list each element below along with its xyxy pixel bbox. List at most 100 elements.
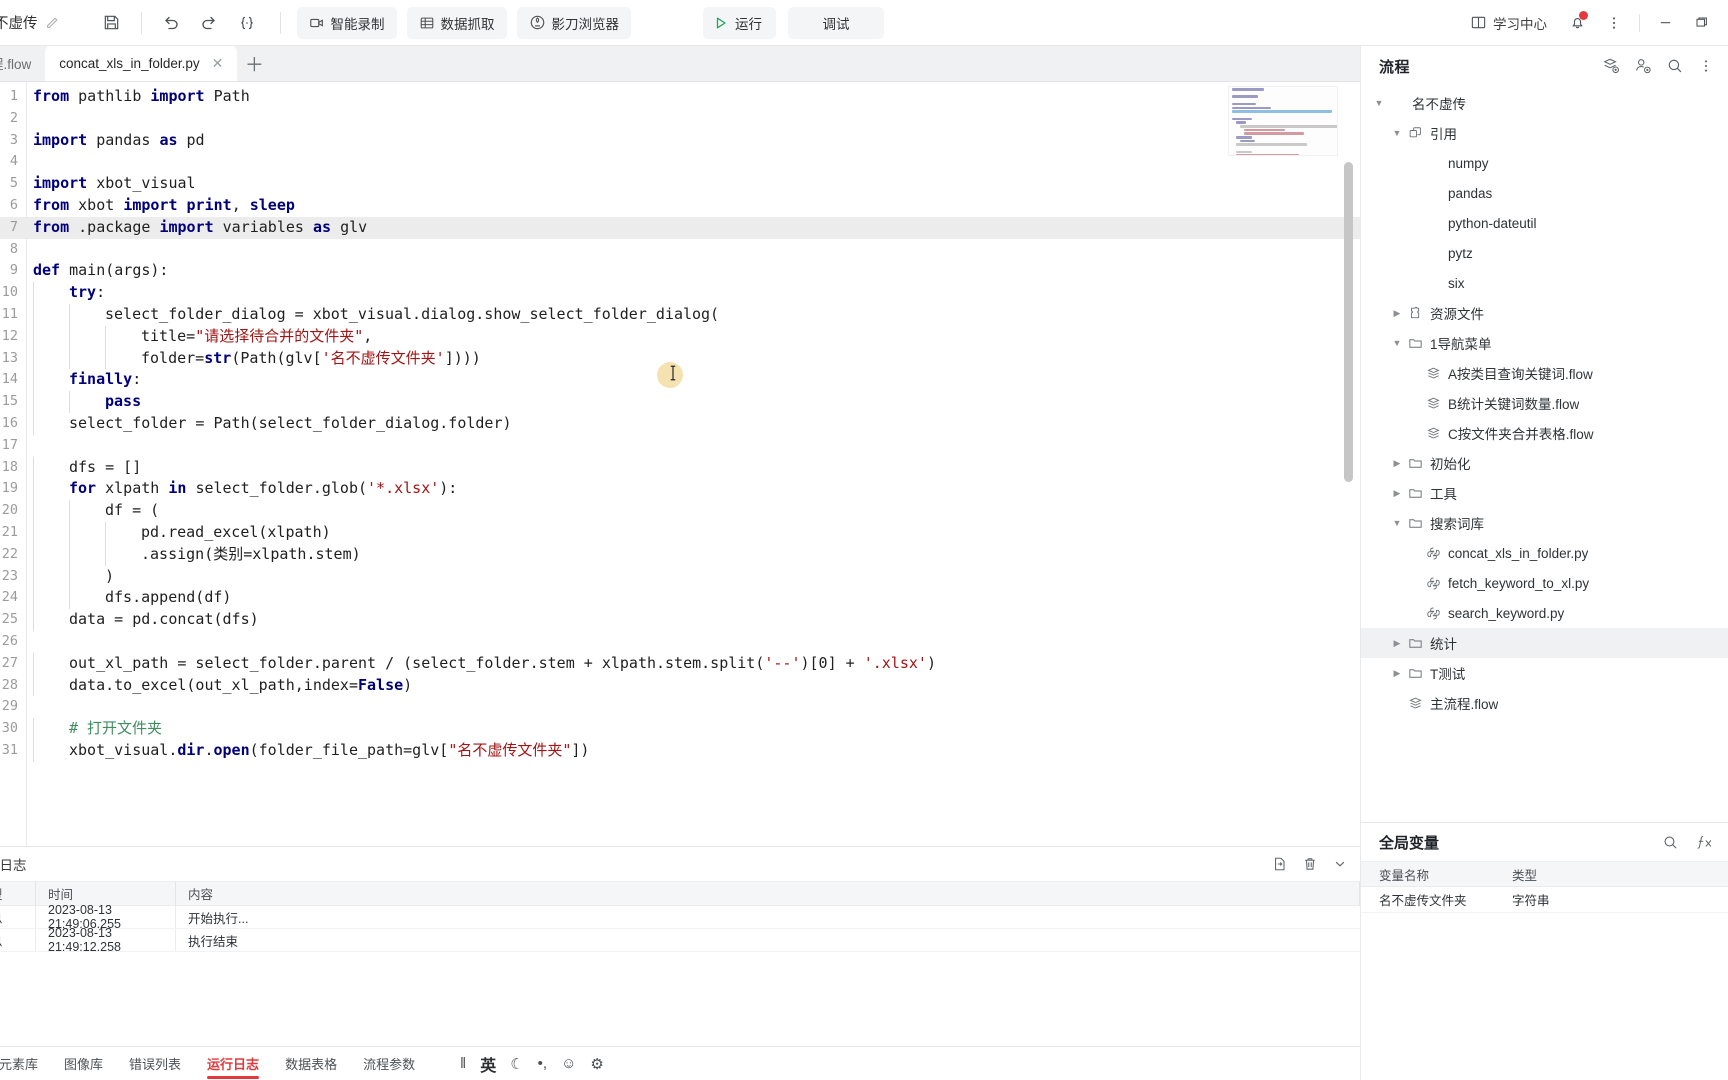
minimize-button[interactable]	[1648, 7, 1682, 39]
tree-node[interactable]: ▼ 引用	[1361, 118, 1728, 148]
chevron-right-icon[interactable]: ▶	[1389, 458, 1405, 469]
moon-icon[interactable]: ☾	[510, 1055, 523, 1073]
tree-node[interactable]: 主流程.flow	[1361, 688, 1728, 718]
chevron-right-icon[interactable]: ▶	[1389, 488, 1405, 499]
code-line[interactable]: 10 try:	[0, 282, 1360, 304]
tree-node[interactable]: ▶ 初始化	[1361, 448, 1728, 478]
code-line[interactable]: 27 out_xl_path = select_folder.parent / (…	[0, 652, 1360, 675]
chevron-right-icon[interactable]: ▶	[1389, 668, 1405, 679]
code-line[interactable]: 1 from pathlib import Path	[0, 86, 1360, 108]
code-line[interactable]: 26	[0, 631, 1360, 653]
debug-button[interactable]: 调试	[788, 6, 884, 39]
bottom-tab-6[interactable]: 流程参数	[350, 1047, 428, 1080]
tree-node[interactable]: pandas	[1361, 178, 1728, 208]
pause-bars-icon[interactable]: ‖	[460, 1055, 466, 1072]
search-icon[interactable]	[1662, 834, 1679, 851]
learn-center-button[interactable]: 学习中心	[1460, 7, 1557, 39]
tree-node[interactable]: numpy	[1361, 148, 1728, 178]
code-line[interactable]: 29	[0, 696, 1360, 718]
table-row[interactable]: 名不虚传文件夹 字符串	[1361, 887, 1728, 913]
tree-node[interactable]: fetch_keyword_to_xl.py	[1361, 568, 1728, 598]
code-line[interactable]: 23)	[0, 565, 1360, 588]
tree-node[interactable]: ▶ 统计	[1361, 628, 1728, 658]
pencil-icon[interactable]	[45, 16, 59, 30]
ime-chinese-icon[interactable]: 英	[480, 1052, 496, 1076]
bottom-tab-1[interactable]: 元素库	[0, 1047, 51, 1080]
clear-log-button[interactable]	[1302, 856, 1318, 872]
collapse-log-button[interactable]	[1332, 856, 1348, 872]
tree-node[interactable]: B统计关键词数量.flow	[1361, 388, 1728, 418]
code-line[interactable]: 4	[0, 151, 1360, 173]
close-icon[interactable]: ✕	[212, 56, 224, 70]
tree-node[interactable]: concat_xls_in_folder.py	[1361, 538, 1728, 568]
more-options-button[interactable]	[1597, 7, 1631, 39]
tree-node[interactable]: search_keyword.py	[1361, 598, 1728, 628]
bottom-tab-4[interactable]: 运行日志	[194, 1047, 272, 1080]
export-log-button[interactable]	[1272, 856, 1288, 872]
code-line[interactable]: 16 select_folder = Path(select_folder_dia…	[0, 412, 1360, 435]
new-tab-button[interactable]: ＋	[237, 45, 271, 81]
code-line[interactable]: 12 title="请选择待合并的文件夹",	[0, 325, 1360, 348]
code-line[interactable]: 2	[0, 108, 1360, 130]
run-button[interactable]: 运行	[703, 6, 776, 39]
chevron-down-icon[interactable]: ▼	[1389, 338, 1405, 348]
add-flow-icon[interactable]	[1602, 57, 1620, 75]
tree-node[interactable]: python-dateutil	[1361, 208, 1728, 238]
add-group-icon[interactable]	[1634, 57, 1652, 75]
fx-icon[interactable]	[1695, 834, 1714, 851]
tab-main-flow[interactable]: 程.flow	[0, 45, 45, 81]
notification-button[interactable]	[1559, 7, 1595, 39]
flow-tree[interactable]: ▼ 名不虚传 ▼ 引用 numpy pandas python-dateutil pytz si…	[1361, 86, 1728, 822]
yingdao-browser-button[interactable]: 影刀浏览器	[516, 6, 631, 39]
code-line[interactable]: 30 # 打开文件夹	[0, 718, 1360, 740]
project-name-area[interactable]: 不虚传	[0, 12, 59, 33]
table-row[interactable]: 息2023-08-13 21:49:12.258 执行结束	[0, 926, 1360, 954]
tree-node[interactable]: ▼ 名不虚传	[1361, 88, 1728, 118]
bottom-tab-5[interactable]: 数据表格	[272, 1047, 350, 1080]
code-line[interactable]: 15 pass	[0, 391, 1360, 413]
format-code-button[interactable]	[228, 7, 266, 39]
code-editor[interactable]: 1 from pathlib import Path 2 3 import pandas…	[0, 82, 1360, 846]
chevron-right-icon[interactable]: ▶	[1389, 638, 1405, 649]
chevron-down-icon[interactable]: ▼	[1371, 98, 1387, 108]
editor-minimap[interactable]	[1228, 86, 1338, 156]
code-line[interactable]: 25 data = pd.concat(dfs)	[0, 609, 1360, 631]
chevron-down-icon[interactable]: ▼	[1389, 518, 1405, 528]
tree-node[interactable]: ▶ T测试	[1361, 658, 1728, 688]
editor-scrollbar-thumb[interactable]	[1344, 162, 1353, 482]
code-line[interactable]: 5 import xbot_visual	[0, 173, 1360, 195]
tree-node[interactable]: ▶ 资源文件	[1361, 298, 1728, 328]
code-line[interactable]: 24 dfs.append(df)	[0, 587, 1360, 610]
code-line[interactable]: 11 select_folder_dialog = xbot_visual.dia…	[0, 303, 1360, 326]
redo-button[interactable]	[190, 7, 228, 39]
code-line[interactable]: 7 from .package import variables as glv	[0, 216, 1360, 239]
code-line[interactable]: 28 data.to_excel(out_xl_path,index=False)	[0, 674, 1360, 697]
tree-node[interactable]: C按文件夹合并表格.flow	[1361, 418, 1728, 448]
chevron-down-icon[interactable]: ▼	[1389, 128, 1405, 138]
tree-node[interactable]: A按类目查询关键词.flow	[1361, 358, 1728, 388]
search-icon[interactable]	[1666, 57, 1684, 75]
save-button[interactable]	[93, 7, 131, 39]
undo-button[interactable]	[152, 7, 190, 39]
code-lines-container[interactable]: 1 from pathlib import Path 2 3 import pandas…	[0, 82, 1360, 846]
maximize-button[interactable]	[1684, 7, 1718, 39]
code-line[interactable]: 6 from xbot import print, sleep	[0, 195, 1360, 217]
code-line[interactable]: 22 .assign(类别=xlpath.stem)	[0, 543, 1360, 566]
emoji-icon[interactable]: ☺	[561, 1055, 576, 1072]
code-line[interactable]: 18 dfs = []	[0, 456, 1360, 479]
bottom-tab-2[interactable]: 图像库	[51, 1047, 116, 1080]
code-line[interactable]: 31 xbot_visual.dir.open(folder_file_path=…	[0, 739, 1360, 762]
gear-icon[interactable]: ⚙	[590, 1055, 603, 1073]
code-line[interactable]: 20 df = (	[0, 500, 1360, 522]
bottom-tab-3[interactable]: 错误列表	[116, 1047, 194, 1080]
smart-record-button[interactable]: 智能录制	[296, 6, 397, 39]
tab-concat-xls-in-folder[interactable]: concat_xls_in_folder.py ✕	[45, 45, 238, 81]
code-line[interactable]: 8	[0, 239, 1360, 261]
code-line[interactable]: 21 pd.read_excel(xlpath)	[0, 521, 1360, 544]
table-row[interactable]: 息2023-08-13 21:49:06.255 开始执行...	[0, 903, 1360, 931]
editor-scrollbar[interactable]	[1343, 82, 1354, 846]
tree-node[interactable]: six	[1361, 268, 1728, 298]
punctuation-icon[interactable]: •,	[538, 1055, 547, 1072]
code-line[interactable]: 9 def main(args):	[0, 260, 1360, 282]
more-vertical-icon[interactable]	[1698, 58, 1714, 74]
